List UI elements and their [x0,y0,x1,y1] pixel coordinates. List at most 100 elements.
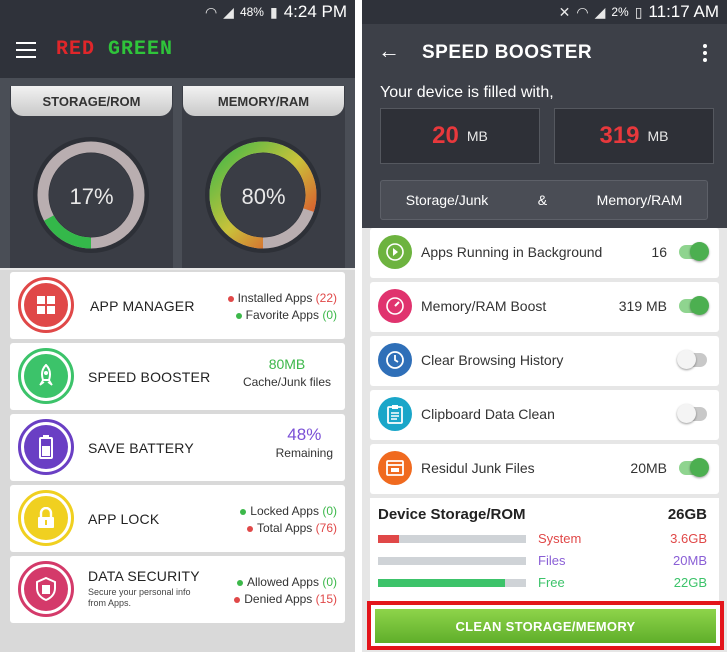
option-label: Clear Browsing History [421,352,564,368]
memory-size-value: 319 [599,122,640,149]
storage-item-size: 3.6GB [670,531,707,546]
signal-icon: ◢ [223,3,234,20]
battery-remaining-value: 48% [287,425,322,444]
speed-booster-title: SPEED BOOSTER [88,369,211,385]
storage-total: 26GB [667,506,707,523]
battery-stats: 48% Remaining [276,426,333,462]
storage-memory-selector[interactable]: Storage/Junk & Memory/RAM [380,180,708,220]
battery-percent: 48% [239,5,264,19]
option-row-ram-boost[interactable]: Memory/RAM Boost 319 MB [370,282,719,332]
tab-storage-rom[interactable]: STORAGE/ROM [11,86,172,116]
memory-gauge[interactable]: MEMORY/RAM 80% [182,86,345,268]
mute-icon: ✕ [558,3,571,20]
speed-booster-header: ← SPEED BOOSTER Your device is filled wi… [362,24,727,228]
app-lock-card[interactable]: APP LOCK Locked Apps (0) Total Apps (76) [10,485,345,552]
data-security-subtitle: Secure your personal info from Apps. [88,587,191,608]
storage-bar [378,535,526,543]
back-arrow-icon[interactable]: ← [378,38,400,64]
cache-size: 80MB [268,356,306,372]
storage-gauge[interactable]: STORAGE/ROM 17% [10,86,173,268]
app-manager-card[interactable]: APP MANAGER Installed Apps (22) Favorite… [10,272,345,339]
segment-ampersand: & [537,192,548,208]
option-row-browsing-history[interactable]: Clear Browsing History [370,336,719,386]
clean-button-highlight: CLEAN STORAGE/MEMORY [367,601,724,650]
total-apps-label: Total Apps [256,521,313,535]
storage-bar [378,557,526,565]
denied-apps-count: (15) [315,592,337,606]
option-row-clipboard[interactable]: Clipboard Data Clean [370,390,719,440]
storage-item-name: System [538,531,582,546]
option-toggle[interactable] [679,296,709,315]
segment-memory-ram[interactable]: Memory/RAM [597,192,683,208]
option-toggle[interactable] [677,350,707,369]
wifi-icon: ◠ [576,3,589,20]
option-toggle[interactable] [679,242,709,261]
feature-list: APP MANAGER Installed Apps (22) Favorite… [0,270,355,652]
battery-percent: 2% [611,5,629,19]
allowed-apps-label: Allowed Apps [246,575,319,589]
battery-large-icon [18,419,74,475]
option-value: 319 MB [618,298,667,314]
favorite-apps-label: Favorite Apps [245,308,319,322]
storage-row-system: System 3.6GB [378,530,707,548]
play-circle-icon [378,235,412,269]
option-label: Residul Junk Files [421,460,535,476]
status-bar: ◠ ◢ 48% ▮ 4:24 PM [0,0,355,24]
clean-storage-memory-button[interactable]: CLEAN STORAGE/MEMORY [375,609,716,643]
cleanup-options: Apps Running in Background 16 Memory/RAM… [362,228,727,498]
data-security-card[interactable]: DATA SECURITY Secure your personal info … [10,556,345,623]
storage-row-files: Files 20MB [378,552,707,570]
page-subtitle: Your device is filled with, [380,84,554,101]
shield-icon [18,561,74,617]
speed-booster-card[interactable]: SPEED BOOSTER 80MB Cache/Junk files [10,343,345,410]
locked-apps-count: (0) [322,504,337,518]
lock-icon [18,490,74,546]
status-time: 4:24 PM [283,2,347,21]
installed-apps-count: (22) [315,291,337,305]
battery-icon: ▮ [269,3,278,20]
speed-booster-stats: 80MB Cache/Junk files [243,355,331,391]
rocket-icon [18,348,74,404]
save-battery-card[interactable]: SAVE BATTERY 48% Remaining [10,414,345,481]
favorite-apps-count: (0) [322,308,337,322]
app-manager-title: APP MANAGER [90,298,195,314]
memory-size-unit: MB [647,128,669,144]
app-logo: RED GREEN [56,38,173,61]
junk-size-box: 20 MB [380,108,540,164]
locked-apps-label: Locked Apps [250,504,319,518]
segment-storage-junk[interactable]: Storage/Junk [406,192,489,208]
option-label: Apps Running in Background [421,244,603,260]
battery-icon: ▯ [634,3,643,20]
option-toggle[interactable] [679,458,709,477]
battery-remaining-label: Remaining [275,446,333,460]
overflow-menu-icon[interactable] [703,44,707,62]
left-phone-screen: ◠ ◢ 48% ▮ 4:24 PM RED GREEN STORAGE/ROM … [0,0,355,652]
storage-bar [378,579,526,587]
app-manager-stats: Installed Apps (22) Favorite Apps (0) [227,290,337,324]
status-time: 11:17 AM [648,2,719,21]
storage-bar-fill [378,535,399,543]
app-header: RED GREEN [0,24,355,78]
window-icon [378,451,412,485]
storage-item-name: Free [538,575,565,590]
option-row-background-apps[interactable]: Apps Running in Background 16 [370,228,719,278]
logo-green: GREEN [108,38,174,61]
allowed-apps-count: (0) [322,575,337,589]
storage-percent: 17% [69,184,114,209]
option-label: Clipboard Data Clean [421,406,555,422]
menu-icon[interactable] [16,42,36,58]
gauge-icon [378,289,412,323]
total-apps-count: (76) [315,521,337,535]
memory-size-box: 319 MB [554,108,714,164]
app-lock-stats: Locked Apps (0) Total Apps (76) [240,503,337,537]
tab-memory-ram[interactable]: MEMORY/RAM [183,86,344,116]
option-toggle[interactable] [677,404,707,423]
cache-label: Cache/Junk files [242,375,331,389]
memory-percent: 80% [241,184,286,209]
option-row-residual-junk[interactable]: Residul Junk Files 20MB [370,444,719,494]
option-value: 20MB [630,460,667,476]
grid-icon [18,277,74,333]
right-phone-screen: ✕ ◠ ◢ 2% ▯ 11:17 AM ← SPEED BOOSTER Your… [362,0,727,652]
storage-item-size: 20MB [673,553,707,568]
storage-bar-fill [378,579,506,587]
